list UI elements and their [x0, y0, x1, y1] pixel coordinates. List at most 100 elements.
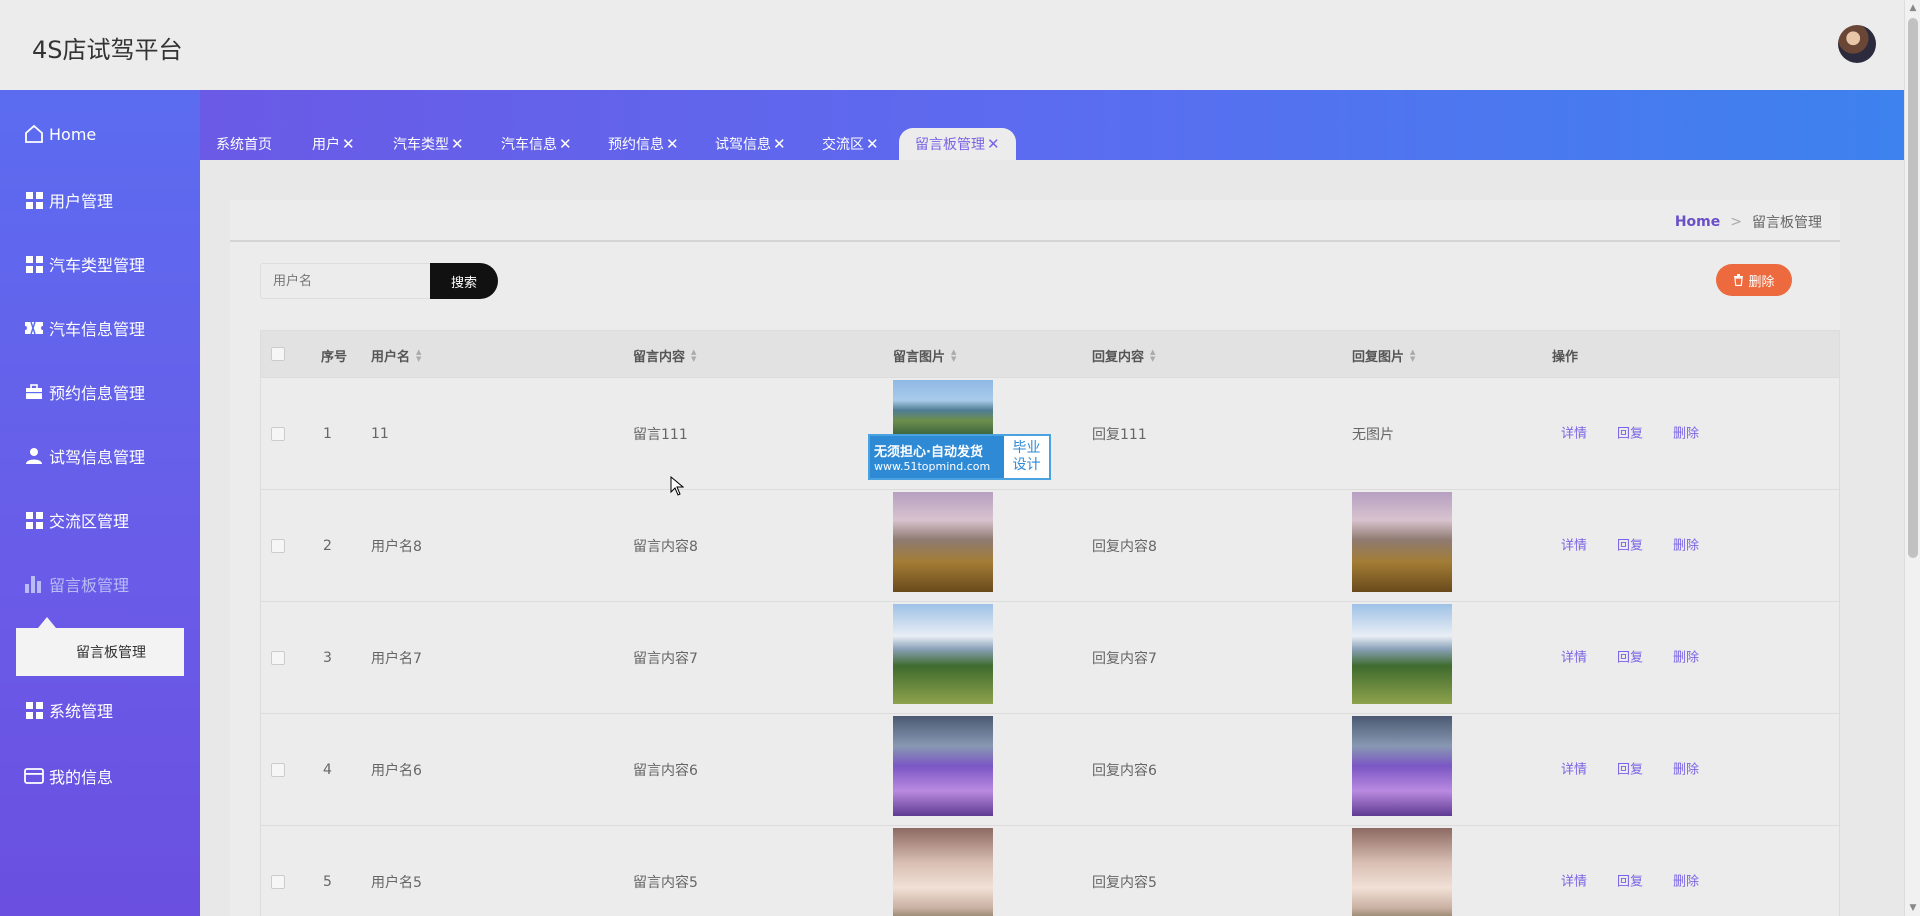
delete-link[interactable]: 删除	[1673, 646, 1699, 665]
reply-link[interactable]: 回复	[1617, 534, 1643, 553]
breadcrumb: Home > 留言板管理	[1675, 212, 1822, 232]
content-card: Home > 留言板管理 搜索 删除 序号 用户名▲▼ 留言内容▲▼ 留言图片▲…	[230, 200, 1840, 916]
message-image[interactable]	[893, 380, 993, 438]
row-checkbox[interactable]	[271, 874, 285, 889]
reply-link[interactable]: 回复	[1617, 422, 1643, 441]
message-image[interactable]	[893, 492, 993, 592]
sidebar-item-label: 用户管理	[49, 192, 114, 211]
tab-message-board[interactable]: 留言板管理 ✕	[899, 128, 1016, 160]
tabs-bar: 系统首页 用户 ✕ 汽车类型 ✕ 汽车信息 ✕ 预约信息 ✕ 试驾信息 ✕ 交流区 ✕ 留言…	[200, 90, 1904, 160]
grid-icon	[23, 509, 45, 531]
close-icon[interactable]: ✕	[773, 135, 786, 153]
search-button[interactable]: 搜索	[430, 263, 498, 299]
sidebar-item-home[interactable]: Home	[0, 112, 200, 156]
tab-car-info[interactable]: 汽车信息 ✕	[501, 128, 572, 160]
ticket-icon	[23, 317, 45, 339]
cell-username: 用户名6	[371, 762, 422, 779]
cell-index: 1	[323, 425, 332, 442]
close-icon[interactable]: ✕	[451, 135, 464, 153]
sidebar-item-label: 留言板管理	[49, 576, 130, 595]
delete-link[interactable]: 删除	[1673, 870, 1699, 889]
sidebar-item-car-info[interactable]: 汽车信息管理	[0, 306, 200, 350]
tab-car-types[interactable]: 汽车类型 ✕	[393, 128, 464, 160]
delete-link[interactable]: 删除	[1673, 534, 1699, 553]
scrollbar-thumb[interactable]	[1908, 18, 1918, 558]
sort-icon[interactable]: ▲ ▼	[1410, 348, 1415, 363]
row-checkbox[interactable]	[271, 426, 285, 441]
sidebar-item-label: 我的信息	[49, 768, 114, 787]
close-icon[interactable]: ✕	[559, 135, 572, 153]
sidebar-item-forum[interactable]: 交流区管理	[0, 498, 200, 542]
user-icon	[23, 445, 45, 467]
sidebar: Home 用户管理 汽车类型管理 汽车信息管理 预约信息管理 试驾信息管理 交流…	[0, 90, 200, 916]
detail-link[interactable]: 详情	[1561, 758, 1587, 777]
tab-forum[interactable]: 交流区 ✕	[822, 128, 879, 160]
reply-link[interactable]: 回复	[1617, 758, 1643, 777]
message-image[interactable]	[893, 828, 993, 916]
cell-content: 留言内容8	[633, 538, 698, 555]
avatar[interactable]	[1838, 25, 1876, 63]
message-image[interactable]	[893, 604, 993, 704]
reply-image[interactable]	[1352, 716, 1452, 816]
header-username[interactable]: 用户名 ▲ ▼	[371, 346, 421, 365]
header-reply-image[interactable]: 回复图片 ▲ ▼	[1352, 346, 1415, 365]
sort-icon[interactable]: ▲ ▼	[1150, 348, 1155, 363]
sidebar-item-label: 交流区管理	[49, 512, 130, 531]
cell-username: 用户名5	[371, 874, 422, 891]
reply-image[interactable]	[1352, 604, 1452, 704]
message-image[interactable]	[893, 716, 993, 816]
row-checkbox[interactable]	[271, 762, 285, 777]
close-icon[interactable]: ✕	[987, 135, 1000, 153]
tab-home[interactable]: 系统首页	[216, 128, 272, 160]
reply-image[interactable]	[1352, 828, 1452, 916]
detail-link[interactable]: 详情	[1561, 422, 1587, 441]
tab-users[interactable]: 用户 ✕	[312, 128, 355, 160]
close-icon[interactable]: ✕	[866, 135, 879, 153]
reply-link[interactable]: 回复	[1617, 870, 1643, 889]
cell-reply-image: 无图片	[1352, 426, 1394, 443]
cell-index: 2	[323, 537, 332, 554]
close-icon[interactable]: ✕	[666, 135, 679, 153]
delete-link[interactable]: 删除	[1673, 758, 1699, 777]
sidebar-item-system[interactable]: 系统管理	[0, 688, 200, 732]
reply-image[interactable]	[1352, 492, 1452, 592]
cell-username: 用户名7	[371, 650, 422, 667]
reply-link[interactable]: 回复	[1617, 646, 1643, 665]
tab-reservations[interactable]: 预约信息 ✕	[608, 128, 679, 160]
sidebar-item-car-types[interactable]: 汽车类型管理	[0, 242, 200, 286]
detail-link[interactable]: 详情	[1561, 870, 1587, 889]
sidebar-item-users[interactable]: 用户管理	[0, 178, 200, 222]
scroll-up-icon[interactable]: ▲	[1905, 0, 1920, 16]
cell-content: 留言内容6	[633, 762, 698, 779]
page-scrollbar[interactable]: ▲ ▼	[1904, 0, 1920, 916]
close-icon[interactable]: ✕	[342, 135, 355, 153]
sidebar-item-test-drives[interactable]: 试驾信息管理	[0, 434, 200, 478]
watermark-right1: 毕业	[1012, 440, 1041, 456]
sort-icon[interactable]: ▲ ▼	[416, 348, 421, 363]
header-index: 序号	[321, 350, 348, 365]
delete-link[interactable]: 删除	[1673, 422, 1699, 441]
row-checkbox[interactable]	[271, 538, 285, 553]
select-all-checkbox[interactable]	[271, 347, 285, 361]
header-image[interactable]: 留言图片 ▲ ▼	[893, 346, 956, 365]
header-content[interactable]: 留言内容 ▲ ▼	[633, 346, 696, 365]
sidebar-item-reservations[interactable]: 预约信息管理	[0, 370, 200, 414]
submenu-item-message-board[interactable]: 留言板管理	[16, 628, 184, 676]
sidebar-item-my-info[interactable]: 我的信息	[0, 754, 200, 798]
cell-content: 留言内容5	[633, 874, 698, 891]
breadcrumb-home[interactable]: Home	[1675, 214, 1720, 230]
header-reply[interactable]: 回复内容 ▲ ▼	[1092, 346, 1155, 365]
watermark-right2: 设计	[1012, 457, 1041, 473]
table-header: 序号 用户名 ▲ ▼ 留言内容 ▲ ▼ 留言图片 ▲ ▼ 回复内容 ▲ ▼ 回复图片 ▲ ▼ 操作	[260, 330, 1840, 378]
detail-link[interactable]: 详情	[1561, 646, 1587, 665]
detail-link[interactable]: 详情	[1561, 534, 1587, 553]
delete-button[interactable]: 删除	[1716, 264, 1792, 296]
sort-icon[interactable]: ▲ ▼	[951, 348, 956, 363]
sort-icon[interactable]: ▲ ▼	[691, 348, 696, 363]
tab-test-drives[interactable]: 试驾信息 ✕	[715, 128, 786, 160]
sidebar-item-message-board[interactable]: 留言板管理	[0, 562, 200, 606]
bar-chart-icon	[23, 573, 45, 595]
search-input[interactable]	[260, 263, 430, 299]
row-checkbox[interactable]	[271, 650, 285, 665]
scroll-down-icon[interactable]: ▼	[1905, 900, 1920, 916]
